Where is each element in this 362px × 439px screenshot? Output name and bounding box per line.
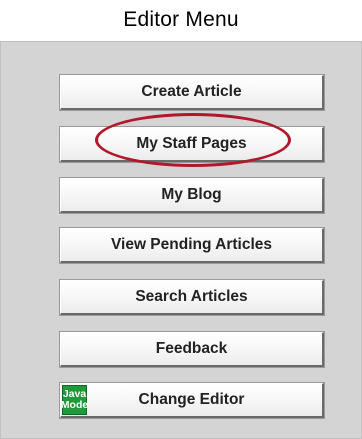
change-editor-button[interactable]: Java Mode Change Editor bbox=[60, 383, 324, 418]
feedback-label: Feedback bbox=[155, 340, 228, 357]
page-title: Editor Menu bbox=[123, 8, 239, 31]
search-articles-label: Search Articles bbox=[135, 288, 248, 305]
create-article-label: Create Article bbox=[141, 83, 242, 100]
change-editor-label: Change Editor bbox=[138, 391, 245, 408]
my-staff-pages-button[interactable]: My Staff Pages bbox=[60, 127, 324, 162]
create-article-button[interactable]: Create Article bbox=[60, 75, 324, 110]
my-blog-label: My Blog bbox=[161, 186, 222, 203]
feedback-button[interactable]: Feedback bbox=[60, 332, 324, 367]
search-articles-button[interactable]: Search Articles bbox=[60, 280, 324, 315]
view-pending-articles-button[interactable]: View Pending Articles bbox=[60, 228, 324, 263]
view-pending-articles-label: View Pending Articles bbox=[110, 236, 273, 253]
java-mode-icon: Java Mode bbox=[60, 385, 89, 415]
mode-badge-line2: Mode bbox=[60, 399, 89, 411]
my-blog-button[interactable]: My Blog bbox=[60, 178, 324, 213]
my-staff-pages-label: My Staff Pages bbox=[136, 135, 247, 152]
